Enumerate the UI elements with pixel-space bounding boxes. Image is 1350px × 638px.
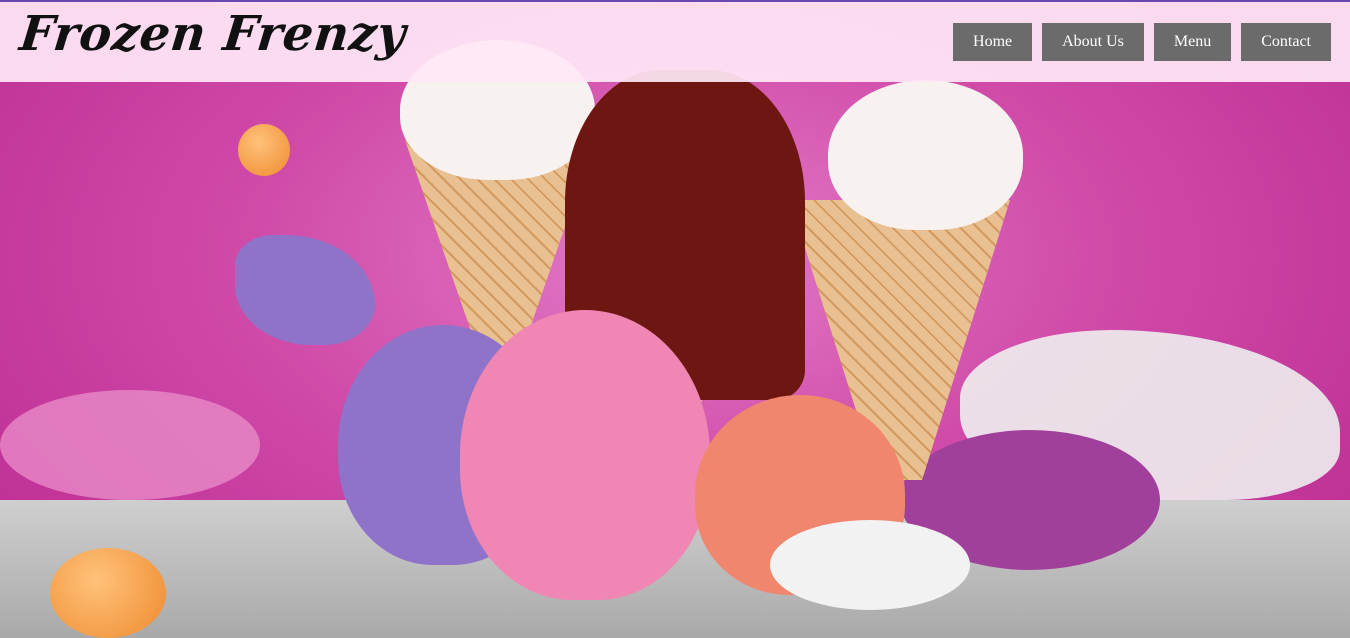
purple-splash	[235, 235, 375, 345]
pink-splash	[0, 390, 260, 500]
nav-menu-button[interactable]: Menu	[1153, 23, 1232, 61]
orange-ball	[238, 124, 290, 176]
nav-about-button[interactable]: About Us	[1042, 23, 1144, 61]
site-header: Frozen Frenzy Home About Us Menu Contact	[0, 2, 1350, 82]
nav-home-button[interactable]: Home	[953, 23, 1033, 61]
site-logo[interactable]: Frozen Frenzy	[17, 6, 408, 62]
white-splash	[770, 520, 970, 610]
main-nav: Home About Us Menu Contact	[953, 23, 1331, 61]
orange-ball	[50, 548, 166, 638]
pink-scoop	[460, 310, 710, 600]
hero-image	[0, 0, 1350, 638]
vanilla-scoop	[828, 80, 1023, 230]
nav-contact-button[interactable]: Contact	[1241, 23, 1331, 61]
